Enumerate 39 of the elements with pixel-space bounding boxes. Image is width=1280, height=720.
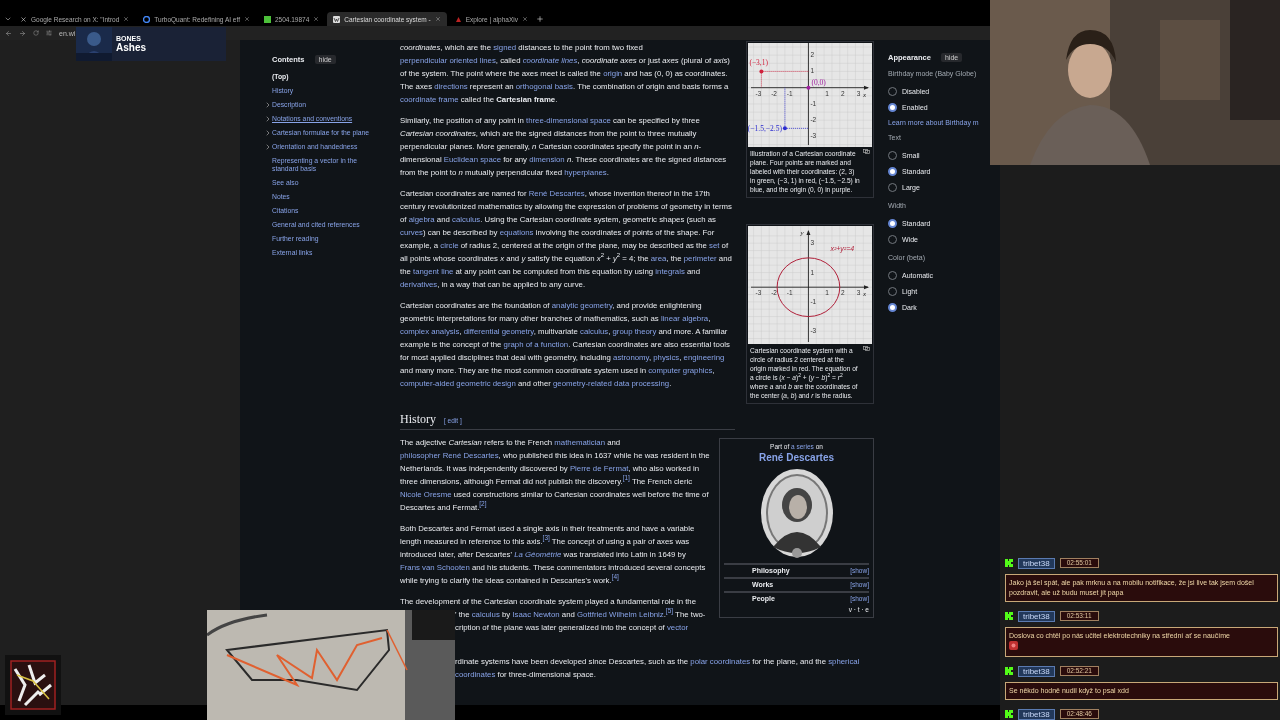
platform-badge-icon — [1005, 710, 1013, 718]
close-icon[interactable] — [521, 16, 528, 22]
expand-icon[interactable] — [264, 143, 272, 151]
site-info-icon[interactable] — [46, 30, 52, 36]
square-icon — [263, 15, 271, 23]
track-title: Ashes — [116, 42, 146, 53]
mark-icon — [454, 15, 462, 23]
emote-icon — [1009, 641, 1018, 650]
new-tab-icon[interactable] — [535, 15, 544, 23]
username-tag: tribet38 — [1018, 708, 1055, 720]
username-tag: tribet38 — [1018, 665, 1055, 677]
expand-icon[interactable] — [264, 115, 272, 123]
close-icon[interactable] — [313, 16, 320, 22]
x-logo-icon — [20, 15, 27, 23]
g-logo-icon — [143, 15, 151, 23]
close-icon[interactable] — [434, 16, 441, 22]
platform-badge-icon — [1005, 667, 1013, 675]
enlarge-icon — [863, 346, 870, 351]
expand-icon[interactable] — [264, 101, 272, 109]
close-icon[interactable] — [123, 16, 130, 22]
radio-button[interactable] — [888, 166, 897, 176]
forward-icon[interactable] — [19, 29, 26, 37]
username-tag: tribet38 — [1018, 557, 1055, 569]
tab-list-icon[interactable] — [4, 15, 12, 23]
reload-icon[interactable] — [33, 30, 39, 36]
expand-icon[interactable] — [264, 129, 272, 137]
radio-button[interactable] — [888, 218, 897, 228]
wiki-logo-icon — [333, 15, 341, 23]
platform-badge-icon — [1005, 559, 1013, 567]
username-tag: tribet38 — [1018, 610, 1055, 622]
back-icon[interactable] — [5, 29, 12, 37]
circle-curve — [776, 257, 841, 318]
enlarge-icon — [863, 149, 870, 154]
radio-button[interactable] — [888, 302, 897, 312]
close-icon[interactable] — [243, 16, 250, 22]
platform-badge-icon — [1005, 612, 1013, 620]
section-heading: History — [400, 412, 436, 426]
radio-button[interactable] — [888, 102, 897, 112]
infobox-title[interactable]: René Descartes — [758, 451, 834, 464]
